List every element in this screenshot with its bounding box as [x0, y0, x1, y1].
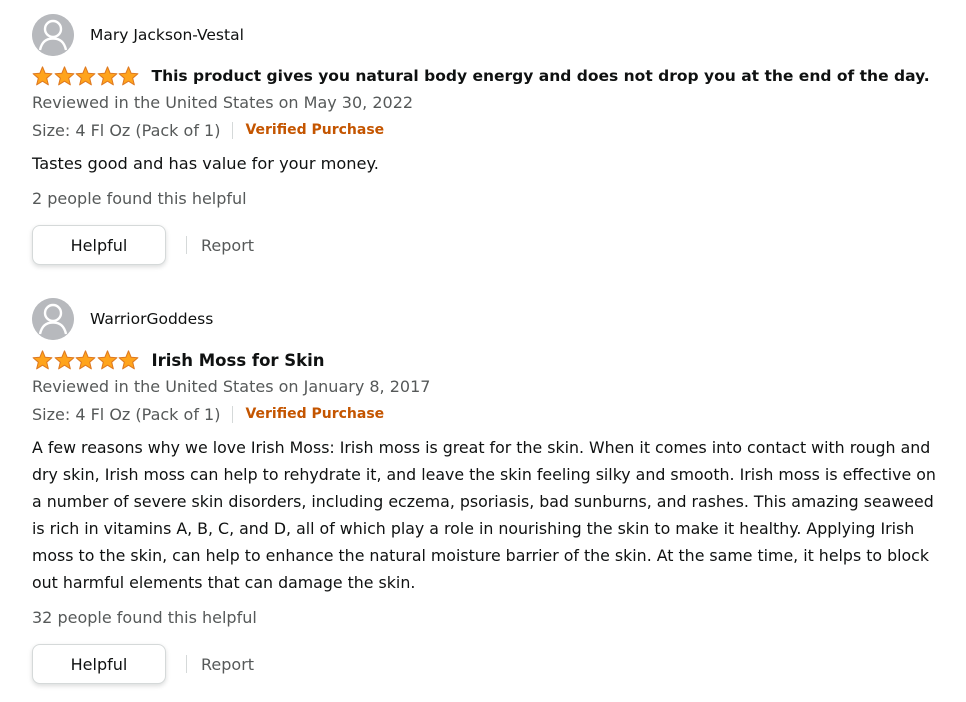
reviewer-profile[interactable]: WarriorGoddess: [32, 298, 950, 340]
star-icon: [32, 350, 53, 370]
review-card: WarriorGoddess Irish Moss for Skin Revie…: [0, 265, 966, 684]
report-link[interactable]: Report: [201, 655, 254, 674]
star-icon: [118, 66, 139, 86]
helpful-vote-count: 2 people found this helpful: [32, 189, 247, 208]
review-date: Reviewed in the United States on January…: [32, 377, 431, 396]
star-icon: [97, 350, 117, 370]
star-icon: [75, 66, 96, 86]
product-size-link[interactable]: Size: 4 Fl Oz (Pack of 1): [32, 405, 220, 424]
review-actions: Helpful Report: [32, 225, 950, 265]
report-link[interactable]: Report: [201, 236, 254, 255]
review-card: Mary Jackson-Vestal This product gives y…: [0, 0, 966, 265]
divider: [186, 655, 187, 673]
star-rating[interactable]: [32, 66, 140, 86]
helpful-button[interactable]: Helpful: [32, 225, 166, 265]
review-format-strip: Size: 4 Fl Oz (Pack of 1) Verified Purch…: [32, 118, 950, 142]
verified-purchase-badge: Verified Purchase: [245, 122, 385, 138]
reviewer-profile[interactable]: Mary Jackson-Vestal: [32, 14, 950, 56]
reviewer-name[interactable]: WarriorGoddess: [90, 310, 213, 328]
review-format-strip: Size: 4 Fl Oz (Pack of 1) Verified Purch…: [32, 402, 950, 426]
divider: [232, 121, 234, 139]
star-icon: [54, 350, 74, 370]
star-icon: [97, 66, 117, 86]
divider: [232, 405, 234, 423]
review-actions: Helpful Report: [32, 644, 950, 684]
review-title-row: This product gives you natural body ener…: [32, 64, 950, 88]
review-date: Reviewed in the United States on May 30,…: [32, 93, 414, 112]
divider: [186, 236, 187, 254]
review-body: A few reasons why we love Irish Moss: Ir…: [32, 438, 936, 592]
review-title-link[interactable]: Irish Moss for Skin: [152, 351, 325, 370]
star-rating[interactable]: [32, 350, 140, 370]
star-icon: [118, 350, 139, 370]
review-title-row: Irish Moss for Skin: [32, 348, 950, 372]
helpful-button[interactable]: Helpful: [32, 644, 166, 684]
reviewer-name[interactable]: Mary Jackson-Vestal: [90, 26, 244, 44]
star-icon: [75, 350, 96, 370]
star-icon: [54, 66, 74, 86]
verified-purchase-badge: Verified Purchase: [245, 406, 385, 422]
star-icon: [32, 66, 53, 86]
default-profile-avatar-icon: [32, 14, 74, 56]
review-title-link[interactable]: This product gives you natural body ener…: [152, 67, 930, 85]
product-size-link[interactable]: Size: 4 Fl Oz (Pack of 1): [32, 121, 220, 140]
default-profile-avatar-icon: [32, 298, 74, 340]
helpful-vote-count: 32 people found this helpful: [32, 608, 257, 627]
review-body: Tastes good and has value for your money…: [32, 154, 379, 173]
